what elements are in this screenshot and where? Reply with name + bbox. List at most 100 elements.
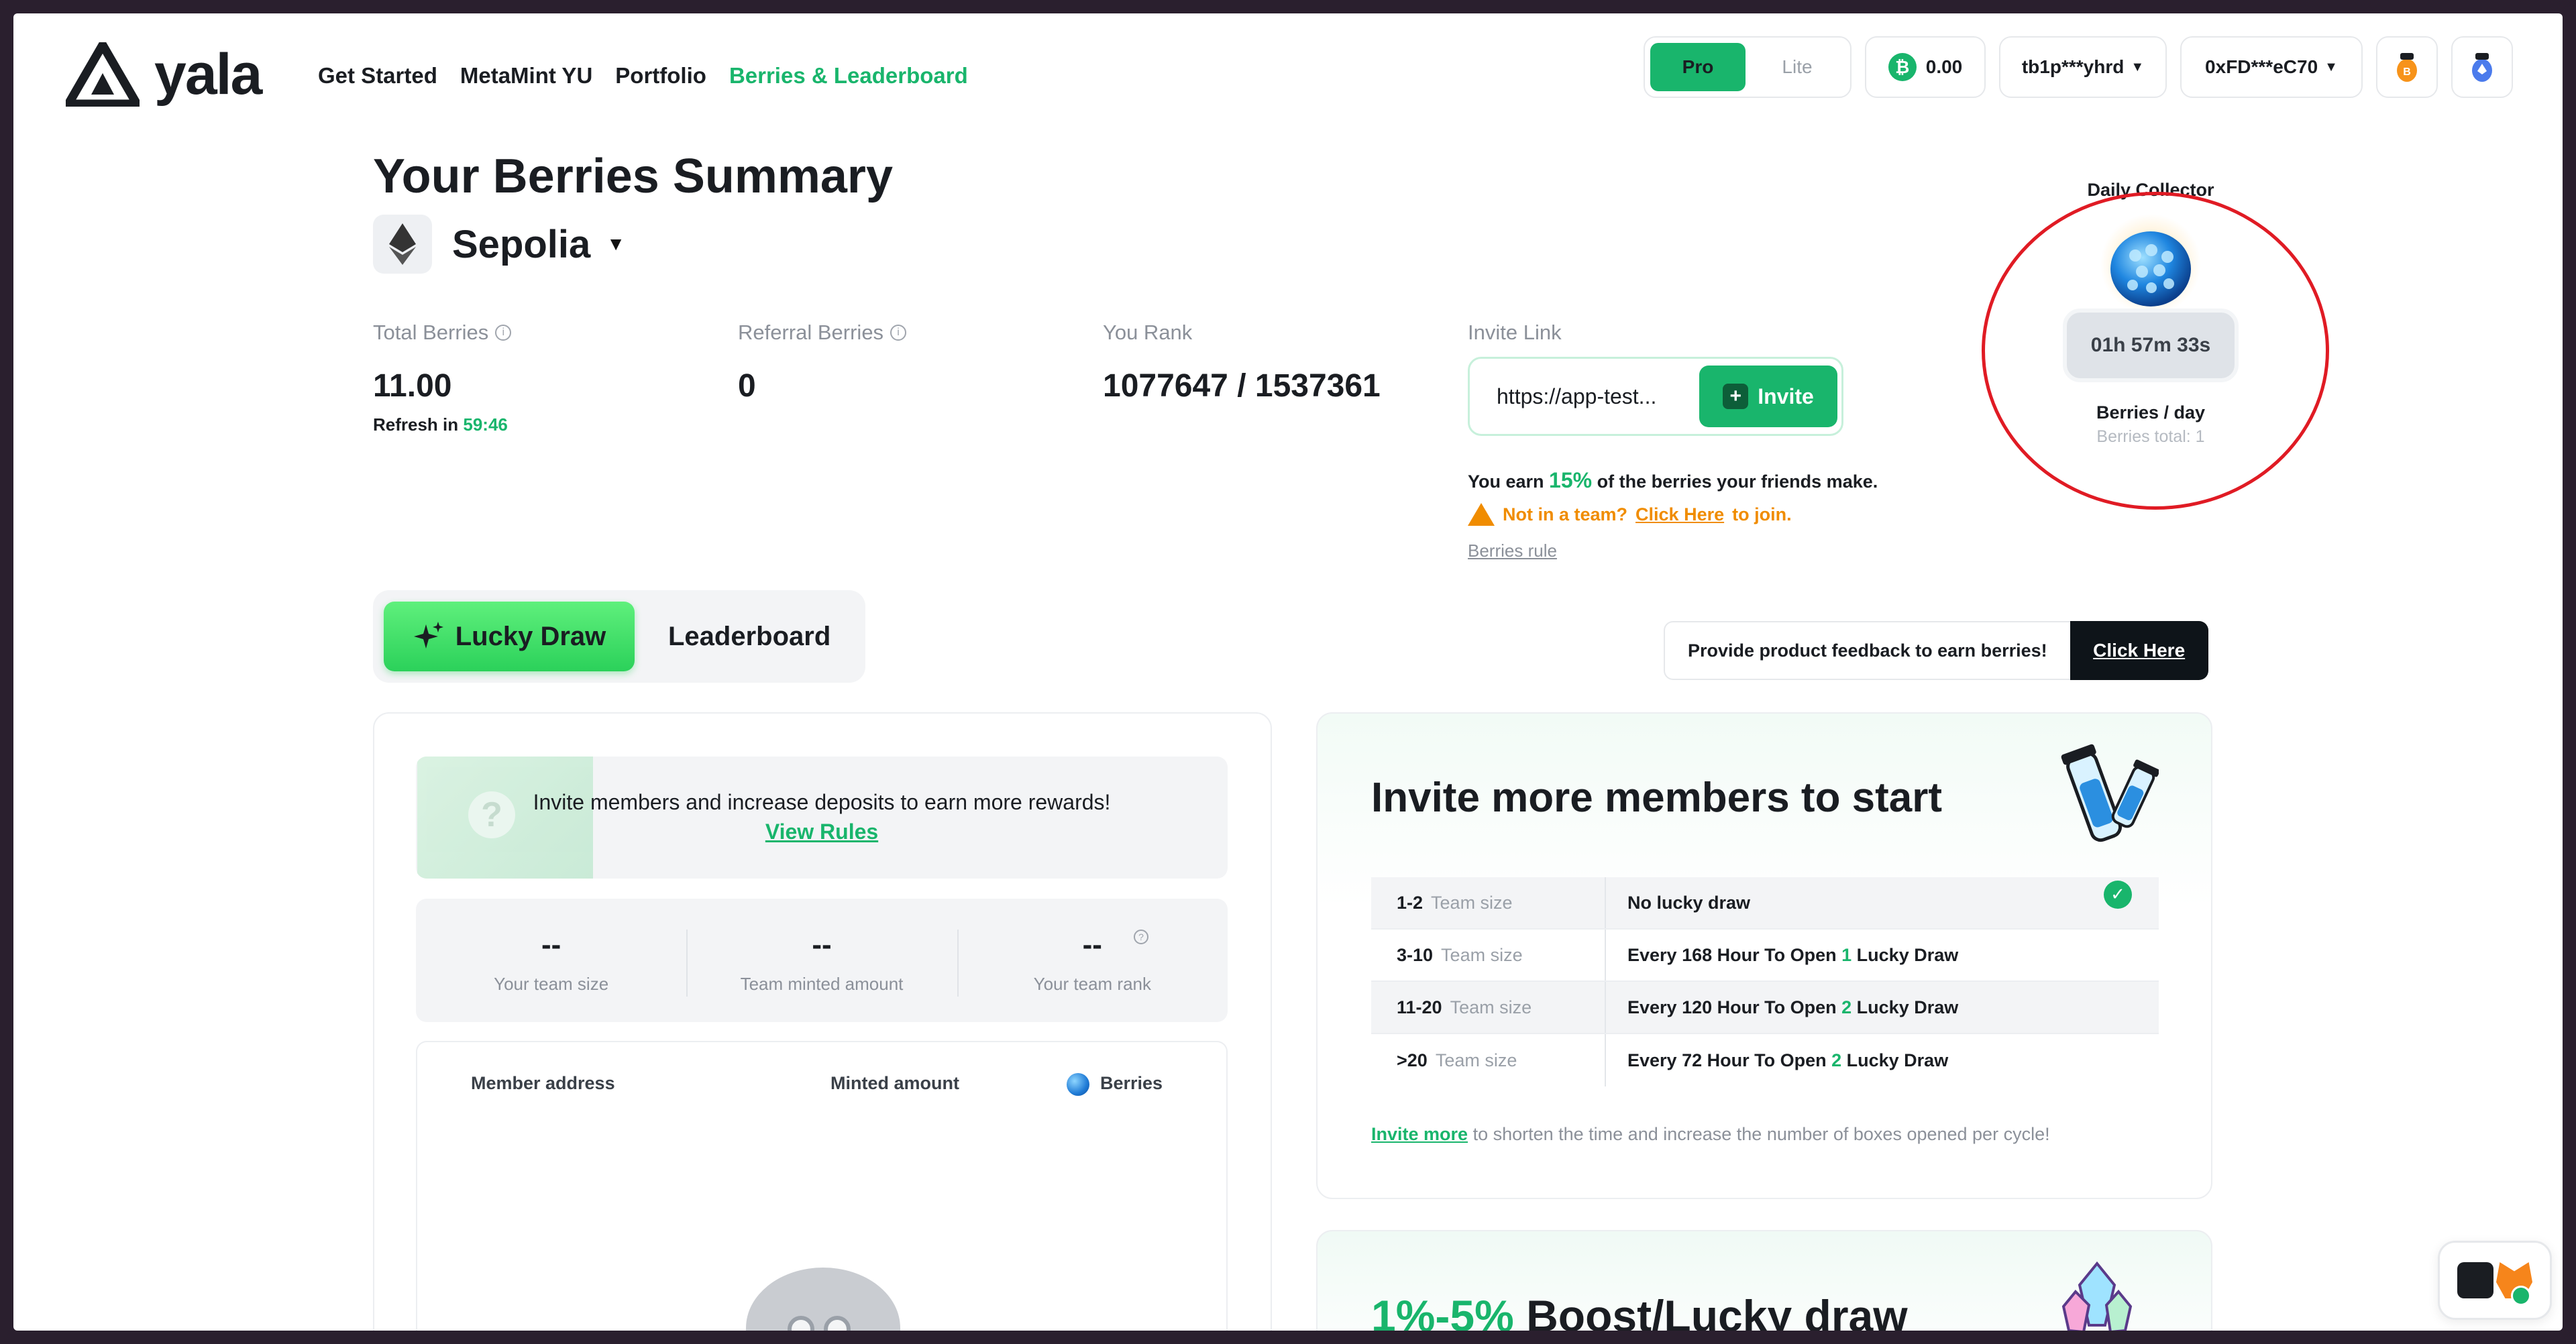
main-nav: Get Started MetaMint YU Portfolio Berrie… (318, 63, 968, 89)
bitcoin-icon: ₿ (1888, 53, 1917, 81)
nav-get-started[interactable]: Get Started (318, 63, 437, 89)
berries-total: Berries total: 1 (2096, 427, 2205, 446)
info-icon[interactable]: i (495, 325, 512, 341)
table-row: 3-10 Team size Every 168 Hour To Open 1 L… (1371, 930, 2159, 982)
check-icon: ✓ (2104, 880, 2132, 909)
team-warning: Not in a team? Click Here to join. (1468, 503, 1792, 526)
total-berries-value: 11.00 (373, 368, 452, 404)
brand-name: yala (154, 42, 262, 107)
sparkle-icon (413, 622, 443, 649)
berry-icon[interactable] (2094, 214, 2208, 315)
tab-lucky-draw[interactable]: Lucky Draw (384, 602, 635, 671)
referral-earn-text: You earn 15% of the berries your friends… (1468, 468, 1878, 492)
eth-token-icon (2472, 53, 2492, 82)
wallet-connect-widget[interactable] (2438, 1241, 2552, 1320)
token-orange-button[interactable]: B (2376, 36, 2438, 98)
evm-wallet-dropdown[interactable]: 0xFD***eC70 ▼ (2180, 36, 2363, 98)
rank-label: You Rank (1103, 321, 1193, 344)
ethereum-icon (389, 223, 416, 265)
tiers-table: 1-2 Team size No lucky draw ✓ 3-10 Team siz… (1371, 877, 2159, 1086)
boost-card: 1%-5% Boost/Lucky draw (1316, 1230, 2212, 1331)
rewards-banner: ? Invite members and increase deposits t… (416, 757, 1228, 879)
table-row: 1-2 Team size No lucky draw ✓ (1371, 877, 2159, 930)
invite-url[interactable]: https://app-test... (1497, 384, 1656, 409)
mystery-box-image: ? (417, 757, 593, 879)
referral-berries-label: Referral Berries i (738, 321, 907, 345)
banner-text: Invite members and increase deposits to … (533, 790, 1111, 814)
berries-rule-link[interactable]: Berries rule (1468, 541, 1557, 561)
btc-address: tb1p***yhrd (2021, 56, 2125, 77)
svg-text:B: B (2403, 66, 2411, 78)
token-blue-button[interactable] (2451, 36, 2513, 98)
tab-leaderboard[interactable]: Leaderboard (652, 622, 830, 652)
page-title: Your Berries Summary (373, 150, 893, 203)
invite-button[interactable]: + Invite (1699, 366, 1837, 427)
crystal-icon (2061, 1261, 2133, 1331)
add-icon: + (1723, 384, 1749, 409)
mode-lite-button[interactable]: Lite (1750, 43, 1845, 91)
boost-title: 1%-5% Boost/Lucky draw (1371, 1291, 1908, 1331)
app-window: yala Get Started MetaMint YU Portfolio B… (13, 13, 2563, 1331)
header-actions: Pro Lite ₿ 0.00 tb1p***yhrd ▼ 0xFD***eC7… (1644, 36, 2513, 98)
yala-app-icon (2457, 1262, 2493, 1298)
berries-per-day: Berries / day (2096, 402, 2206, 423)
members-table: Member address Minted amount Berries (416, 1041, 1228, 1331)
help-icon[interactable]: ? (1133, 930, 1148, 944)
btc-balance-button[interactable]: ₿ 0.00 (1865, 36, 1986, 98)
chevron-down-icon: ▼ (2131, 59, 2145, 74)
nav-metamint-yu[interactable]: MetaMint YU (460, 63, 592, 89)
view-rules-link[interactable]: View Rules (416, 820, 1228, 844)
feedback-button[interactable]: Click Here (2070, 621, 2208, 680)
referral-berries-value: 0 (738, 368, 756, 404)
join-team-link[interactable]: Click Here (1635, 504, 1724, 525)
table-row: 11-20 Team size Every 120 Hour To Open 2 … (1371, 982, 2159, 1034)
col-minted-amount: Minted amount (830, 1073, 959, 1093)
btc-balance: 0.00 (1925, 56, 1963, 77)
daily-collector-title: Daily Collector (2087, 180, 2214, 200)
collector-timer[interactable]: 01h 57m 33s (2063, 309, 2239, 382)
connected-check-icon (2511, 1286, 2531, 1306)
chevron-down-icon: ▼ (606, 233, 626, 254)
invite-more-note: Invite more to shorten the time and incr… (1371, 1124, 2050, 1144)
team-rank-stat: -- Your team rank ? (957, 899, 1228, 1022)
section-tabs: Lucky Draw Leaderboard (373, 590, 865, 683)
mascot-eye (824, 1316, 851, 1331)
refresh-countdown: Refresh in 59:46 (373, 414, 508, 435)
rank-value: 1077647 / 1537361 (1103, 368, 1381, 404)
capsule-icon (2061, 744, 2159, 842)
col-berries: Berries (1067, 1073, 1163, 1096)
invite-link-label: Invite Link (1468, 321, 1562, 344)
berry-icon (1067, 1073, 1089, 1096)
invite-more-link[interactable]: Invite more (1371, 1124, 1468, 1144)
table-row: >20 Team size Every 72 Hour To Open 2 Luc… (1371, 1034, 2159, 1086)
evm-address: 0xFD***eC70 (2205, 56, 2318, 77)
team-stats: -- Your team size -- Team minted amount … (416, 899, 1228, 1022)
mode-toggle: Pro Lite (1644, 36, 1851, 98)
mascot-eye (788, 1316, 814, 1331)
lucky-draw-tiers-card: Invite more members to start 1-2 Team siz… (1316, 712, 2212, 1199)
chevron-down-icon: ▼ (2324, 59, 2338, 74)
yala-logo[interactable]: yala (66, 38, 262, 111)
team-size-stat: -- Your team size (494, 928, 609, 994)
daily-collector: Daily Collector 01h 57m 33s Berries / da… (1983, 180, 2318, 447)
btc-wallet-dropdown[interactable]: tb1p***yhrd ▼ (1999, 36, 2167, 98)
team-card: ? Invite members and increase deposits t… (373, 712, 1272, 1331)
invite-link-field: https://app-test... + Invite (1468, 357, 1843, 436)
network-name: Sepolia (452, 222, 591, 266)
col-member-address: Member address (471, 1073, 615, 1093)
network-selector[interactable]: Sepolia ▼ (373, 215, 625, 274)
total-berries-label: Total Berries i (373, 321, 512, 345)
info-icon[interactable]: i (890, 325, 907, 341)
yala-mountain-icon (66, 42, 140, 107)
feedback-text: Provide product feedback to earn berries… (1664, 621, 2070, 680)
empty-state-mascot (746, 1268, 900, 1331)
mode-pro-button[interactable]: Pro (1650, 43, 1746, 91)
feedback-banner: Provide product feedback to earn berries… (1664, 621, 2208, 680)
network-logo (373, 215, 432, 274)
nav-berries-leaderboard[interactable]: Berries & Leaderboard (729, 63, 968, 89)
yu-token-icon: B (2397, 53, 2417, 82)
tiers-title: Invite more members to start (1371, 775, 1943, 821)
warning-icon (1468, 503, 1495, 526)
team-minted-stat: -- Team minted amount (686, 899, 957, 1022)
nav-portfolio[interactable]: Portfolio (615, 63, 706, 89)
